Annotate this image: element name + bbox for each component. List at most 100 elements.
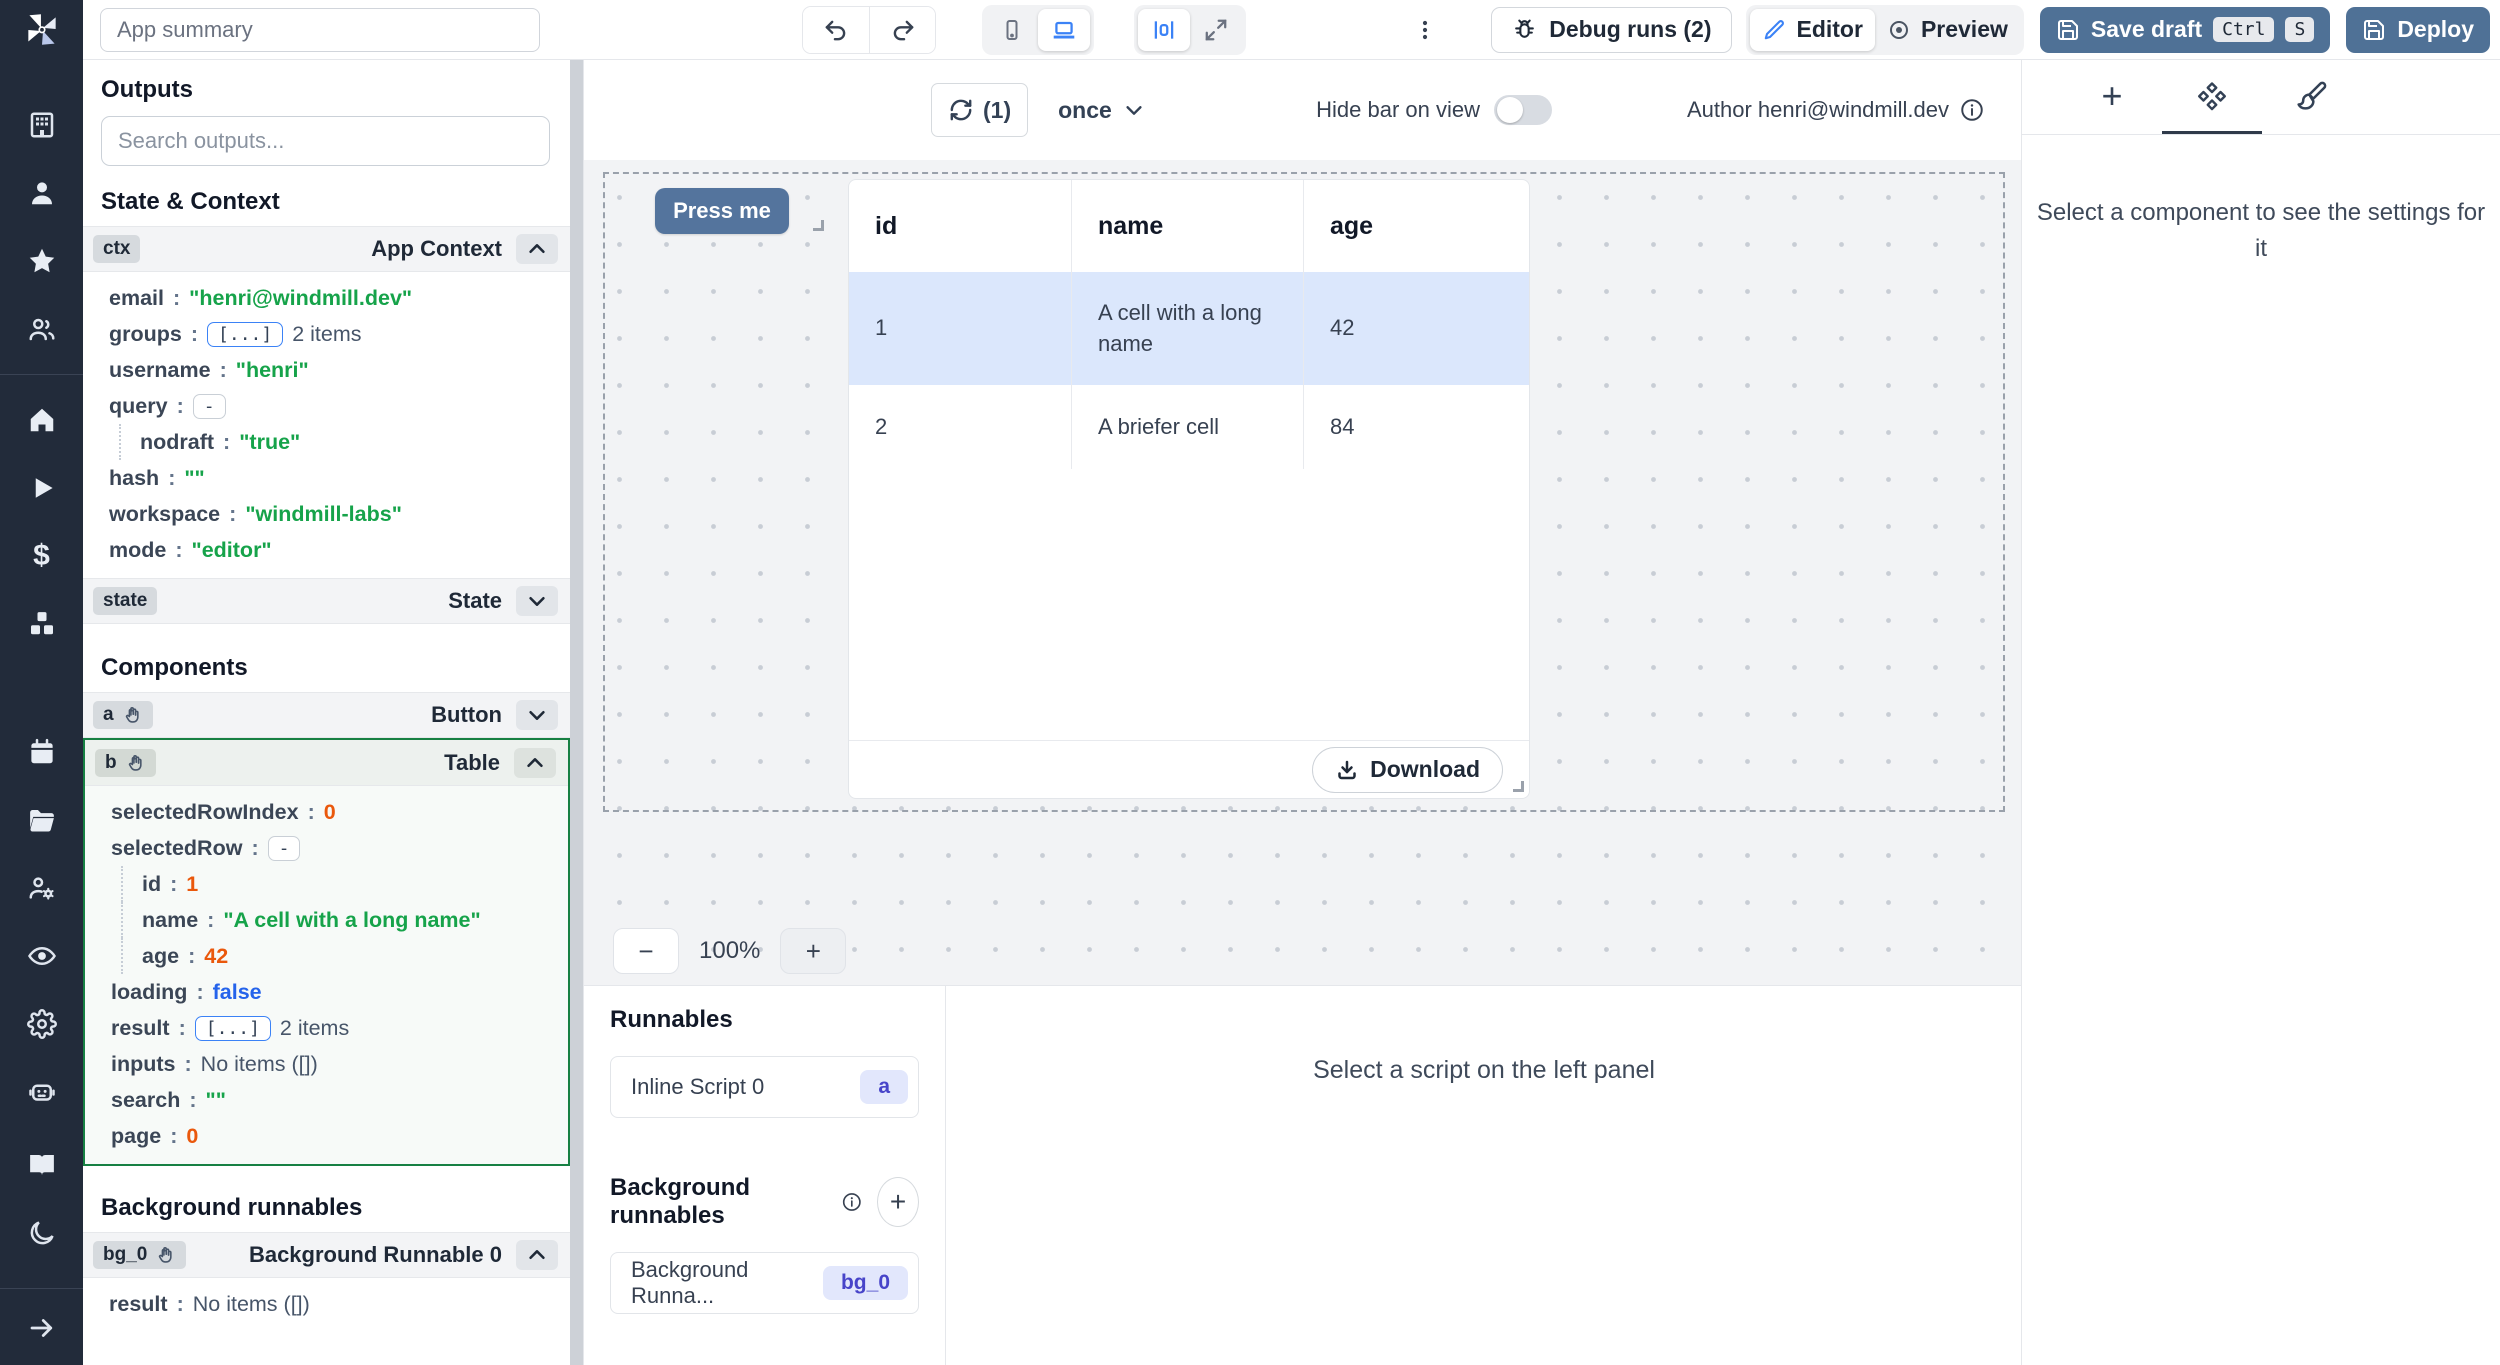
refresh-mode-value: once [1058, 97, 1112, 124]
background-runnables-header: Background runnables + [610, 1174, 919, 1230]
zoom-in-button[interactable]: + [780, 928, 846, 974]
zoom-controls: − 100% + [613, 928, 846, 974]
component-b-header[interactable]: b Table [85, 740, 568, 786]
component-b-badge[interactable]: b [95, 749, 156, 777]
tab-component-settings[interactable] [2162, 60, 2262, 134]
button-resize-handle[interactable] [813, 220, 824, 231]
expand-array-token[interactable]: [...] [207, 322, 283, 347]
component-b-collapse-button[interactable] [514, 748, 556, 778]
deploy-button[interactable]: Deploy [2346, 7, 2490, 53]
search-outputs-input[interactable] [101, 116, 550, 166]
cubes-icon[interactable] [27, 609, 57, 639]
centered-layout-button[interactable] [1138, 9, 1190, 51]
preview-icon [1887, 18, 1911, 42]
add-background-runnable-button[interactable]: + [877, 1177, 919, 1227]
star-icon[interactable] [27, 246, 57, 276]
kbd-ctrl: Ctrl [2213, 17, 2274, 42]
component-a-header[interactable]: a Button [83, 692, 570, 738]
desktop-view-button[interactable] [1038, 9, 1090, 51]
eye-icon[interactable] [27, 941, 57, 971]
preview-tab[interactable]: Preview [1875, 9, 2020, 51]
canvas-grid[interactable]: Press me id name age 1 A cell with a lon… [584, 160, 2021, 985]
press-me-button[interactable]: Press me [655, 188, 789, 234]
fullscreen-button[interactable] [1190, 9, 1242, 51]
ctx-section-header[interactable]: ctx App Context [83, 226, 570, 272]
arrow-right-icon[interactable] [27, 1313, 57, 1343]
building-icon[interactable] [27, 110, 57, 140]
download-button[interactable]: Download [1312, 747, 1503, 793]
bg0-section-header[interactable]: bg_0 Background Runnable 0 [83, 1232, 570, 1278]
table-resize-handle[interactable] [1513, 781, 1524, 792]
plus-icon: + [2101, 78, 2122, 114]
component-a-badge[interactable]: a [93, 701, 153, 729]
expand-array-token[interactable]: [...] [195, 1016, 271, 1041]
bg0-collapse-button[interactable] [516, 1240, 558, 1270]
refresh-button[interactable]: (1) [931, 83, 1028, 137]
users-gear-icon[interactable] [27, 873, 57, 903]
table-header-age[interactable]: age [1304, 180, 1529, 272]
more-menu-button[interactable] [1407, 10, 1443, 50]
toggle-knob [1497, 97, 1523, 123]
refresh-count: (1) [983, 97, 1011, 124]
windmill-logo[interactable] [0, 0, 83, 60]
settings-empty-state: Select a component to see the settings f… [2036, 195, 2486, 267]
phone-icon [1000, 18, 1024, 42]
expand-object-token[interactable]: - [193, 394, 226, 419]
hide-bar-toggle[interactable] [1494, 95, 1552, 125]
ctx-rows: email:"henri@windmill.dev" groups:[...]2… [83, 272, 570, 578]
debug-runs-button[interactable]: Debug runs (2) [1491, 7, 1732, 53]
home-icon[interactable] [27, 405, 57, 435]
users-group-icon[interactable] [27, 314, 57, 344]
table-row[interactable]: 2 A briefer cell 84 [849, 385, 1529, 469]
state-expand-button[interactable] [516, 586, 558, 616]
user-icon[interactable] [27, 178, 57, 208]
background-runnables-heading: Background runnables [101, 1194, 570, 1222]
state-badge[interactable]: state [93, 587, 157, 615]
table-row-selected[interactable]: 1 A cell with a long name 42 [849, 272, 1529, 385]
save-draft-button[interactable]: Save draft Ctrl S [2040, 7, 2330, 53]
state-section-header[interactable]: state State [83, 578, 570, 624]
bg0-badge[interactable]: bg_0 [93, 1241, 186, 1269]
ctx-badge[interactable]: ctx [93, 235, 140, 263]
tab-theme-styling[interactable] [2262, 60, 2362, 134]
dollar-icon[interactable]: $ [27, 541, 57, 571]
table-header-id[interactable]: id [849, 180, 1072, 272]
table-header-name[interactable]: name [1072, 180, 1304, 272]
redo-button[interactable] [869, 7, 935, 53]
ctx-collapse-button[interactable] [516, 234, 558, 264]
moon-icon[interactable] [27, 1218, 57, 1248]
state-type-label: State [448, 588, 502, 614]
mobile-view-button[interactable] [986, 9, 1038, 51]
runnables-title: Runnables [610, 1006, 919, 1034]
outputs-scrollbar[interactable] [570, 60, 583, 1365]
robot-icon[interactable] [27, 1077, 57, 1107]
info-icon[interactable] [841, 1189, 863, 1215]
undo-button[interactable] [803, 7, 869, 53]
output-row: workspace:"windmill-labs" [109, 496, 570, 532]
folder-icon[interactable] [27, 805, 57, 835]
component-b-rows: selectedRowIndex:0 selectedRow:- id:1 na… [85, 786, 568, 1164]
zoom-level: 100% [699, 937, 760, 965]
gear-icon[interactable] [27, 1009, 57, 1039]
refresh-mode-dropdown[interactable]: once [1058, 97, 1145, 124]
expand-object-token[interactable]: - [268, 836, 301, 861]
app-summary-input[interactable] [100, 8, 540, 52]
play-icon[interactable] [27, 473, 57, 503]
inline-script-item[interactable]: Inline Script 0 a [610, 1056, 919, 1118]
book-icon[interactable] [27, 1150, 57, 1180]
tab-insert-component[interactable]: + [2062, 60, 2162, 134]
output-row: result:[...]2 items [111, 1010, 568, 1046]
editor-tab[interactable]: Editor [1750, 9, 1874, 51]
pencil-icon [1762, 18, 1786, 42]
runnables-panel: Runnables Inline Script 0 a Background r… [584, 986, 946, 1365]
bg0-type-label: Background Runnable 0 [249, 1242, 502, 1268]
component-a-expand-button[interactable] [516, 700, 558, 730]
output-row: mode:"editor" [109, 532, 570, 568]
deploy-label: Deploy [2397, 16, 2474, 43]
background-runnable-item[interactable]: Background Runna... bg_0 [610, 1252, 919, 1314]
info-icon[interactable] [1959, 97, 1985, 123]
calendar-icon[interactable] [27, 737, 57, 767]
laptop-icon [1051, 17, 1077, 43]
zoom-out-button[interactable]: − [613, 928, 679, 974]
output-row: email:"henri@windmill.dev" [109, 280, 570, 316]
